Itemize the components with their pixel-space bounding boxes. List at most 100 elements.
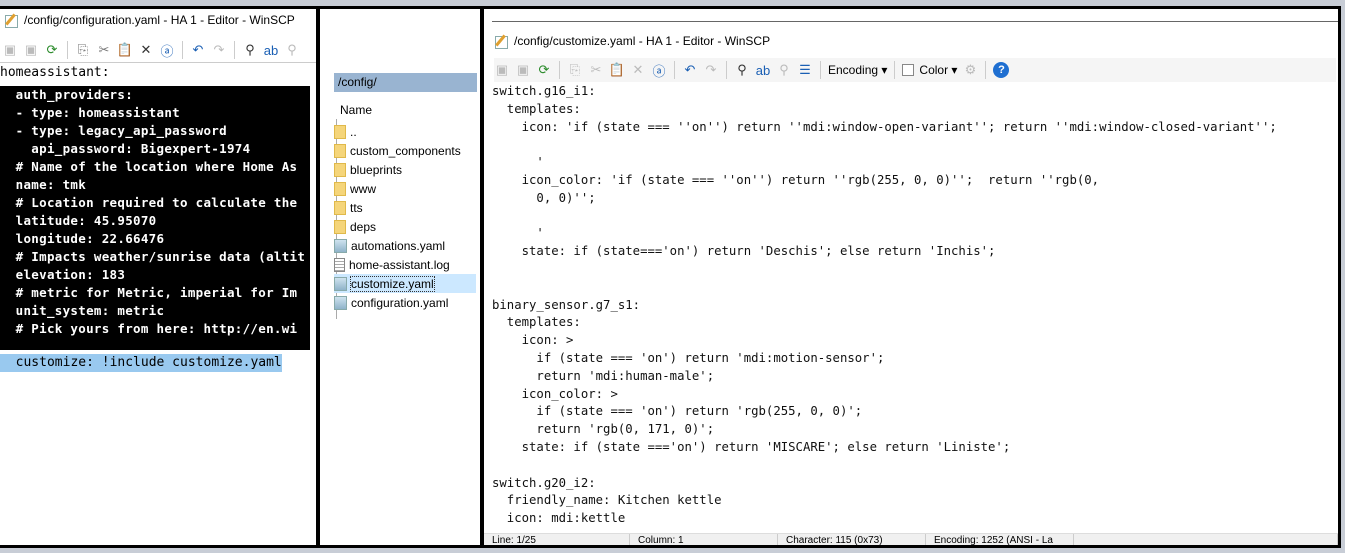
replace-icon[interactable]: ab <box>755 62 771 78</box>
delete-icon[interactable]: ✕ <box>138 42 154 58</box>
file-item-selected[interactable]: customize.yaml <box>334 274 476 293</box>
code-line: ' <box>492 226 544 241</box>
code-line: # Pick yours from here: http://en.wi <box>0 321 298 336</box>
code-area[interactable]: switch.g16_i1: templates: icon: 'if (sta… <box>492 83 1277 528</box>
paste-icon[interactable]: 📋 <box>117 42 133 58</box>
code-line: state: if (state==='on') return 'Deschis… <box>492 244 996 259</box>
undo-icon[interactable]: ↶ <box>190 42 206 58</box>
code-line: # metric for Metric, imperial for Im <box>0 285 298 300</box>
editor-icon <box>494 34 508 49</box>
code-line: return 'mdi:human-male'; <box>492 368 715 383</box>
file-panel: /config/ Name .. custom_components bluep… <box>317 6 483 548</box>
status-character: Character: 115 (0x73) <box>778 534 926 545</box>
code-line: api_password: Bigexpert-1974 <box>0 141 251 156</box>
code-line: ' <box>492 155 544 170</box>
code-line: icon_color: > <box>492 386 618 401</box>
redo-icon[interactable]: ↷ <box>211 42 227 58</box>
reload-icon[interactable]: ⟳ <box>536 62 552 78</box>
select-all-icon[interactable]: ⓐ <box>159 42 175 59</box>
code-line: name: tmk <box>0 177 87 192</box>
code-line: state: if (state ==='on') return 'MISCAR… <box>492 439 1011 454</box>
file-item-folder[interactable]: deps <box>334 217 476 236</box>
column-header-name[interactable]: Name <box>340 103 372 117</box>
code-line: - type: legacy_api_password <box>0 123 227 138</box>
color-checkbox[interactable] <box>902 64 915 76</box>
code-line: switch.g20_i2: <box>492 475 596 490</box>
encoding-dropdown[interactable]: Encoding ▾ <box>828 63 887 77</box>
code-line: icon: > <box>492 333 574 348</box>
code-line: unit_system: metric <box>0 303 165 318</box>
replace-icon[interactable]: ab <box>263 42 279 58</box>
parent-folder-icon <box>334 124 346 139</box>
find-next-icon[interactable]: ⚲ <box>776 62 792 78</box>
save-all-icon[interactable]: ▣ <box>515 62 531 78</box>
code-line: if (state === 'on') return 'mdi:motion-s… <box>492 350 885 365</box>
window-title: /config/configuration.yaml - HA 1 - Edit… <box>4 13 295 28</box>
code-line: auth_providers: <box>0 87 134 102</box>
file-item-folder[interactable]: tts <box>334 198 476 217</box>
code-line: binary_sensor.g7_s1: <box>492 297 641 312</box>
copy-icon[interactable]: ⎘ <box>75 42 91 58</box>
title-text: /config/customize.yaml - HA 1 - Editor -… <box>514 34 771 48</box>
find-icon[interactable]: ⚲ <box>734 62 750 78</box>
editor-icon <box>4 13 18 28</box>
code-line: # Location required to calculate the <box>0 195 298 210</box>
path-header: /config/ <box>334 73 477 92</box>
code-line: - type: homeassistant <box>0 105 180 120</box>
status-encoding: Encoding: 1252 (ANSI - La <box>926 534 1074 545</box>
save-icon[interactable]: ▣ <box>494 62 510 78</box>
file-item-folder[interactable]: custom_components <box>334 141 476 160</box>
code-line: 0, 0)''; <box>492 190 596 205</box>
code-line: # Name of the location where Home As <box>0 159 298 174</box>
folder-icon <box>334 181 346 196</box>
save-icon[interactable]: ▣ <box>2 42 18 58</box>
find-next-icon[interactable]: ⚲ <box>284 42 300 58</box>
cut-icon[interactable]: ✂ <box>96 42 112 58</box>
file-item-folder[interactable]: blueprints <box>334 160 476 179</box>
reload-icon[interactable]: ⟳ <box>44 42 60 58</box>
code-line: if (state === 'on') return 'rgb(255, 0, … <box>492 404 863 419</box>
file-item-log[interactable]: home-assistant.log <box>334 255 476 274</box>
find-icon[interactable]: ⚲ <box>242 42 258 58</box>
code-line: icon: 'if (state === ''on'') return ''md… <box>492 119 1277 134</box>
file-item-yaml[interactable]: configuration.yaml <box>334 293 476 312</box>
toolbar: ▣ ▣ ⟳ ⎘ ✂ 📋 ✕ ⓐ ↶ ↷ ⚲ ab ⚲ <box>2 38 300 62</box>
save-all-icon[interactable]: ▣ <box>23 42 39 58</box>
paste-icon[interactable]: 📋 <box>609 62 625 78</box>
code-line: longitude: 22.66476 <box>0 231 165 246</box>
color-dropdown[interactable]: Color ▾ <box>919 63 957 77</box>
file-item-yaml[interactable]: automations.yaml <box>334 236 476 255</box>
folder-icon <box>334 219 346 234</box>
right-editor-window: /config/customize.yaml - HA 1 - Editor -… <box>481 6 1341 548</box>
log-file-icon <box>334 257 345 272</box>
file-item-parent[interactable]: .. <box>334 122 476 141</box>
code-line: homeassistant: <box>0 65 110 80</box>
left-editor-window: /config/configuration.yaml - HA 1 - Edit… <box>0 6 319 548</box>
goto-line-icon[interactable]: ☰ <box>797 62 813 78</box>
code-line: switch.g16_i1: <box>492 84 596 98</box>
code-area[interactable]: homeassistant: <box>0 64 110 82</box>
status-column: Column: 1 <box>630 534 778 545</box>
code-line: elevation: 183 <box>0 267 126 282</box>
settings-gear-icon[interactable]: ⚙ <box>962 62 978 78</box>
status-line: Line: 1/25 <box>484 534 630 545</box>
select-all-icon[interactable]: ⓐ <box>651 62 667 79</box>
undo-icon[interactable]: ↶ <box>682 62 698 78</box>
code-line: latitude: 45.95070 <box>0 213 157 228</box>
title-text: /config/configuration.yaml - HA 1 - Edit… <box>24 13 295 27</box>
yaml-file-icon <box>334 276 347 291</box>
delete-icon[interactable]: ✕ <box>630 62 646 78</box>
file-item-folder[interactable]: www <box>334 179 476 198</box>
code-line: templates: <box>492 101 581 116</box>
copy-icon[interactable]: ⎘ <box>567 62 583 78</box>
code-line: templates: <box>492 315 581 330</box>
cut-icon[interactable]: ✂ <box>588 62 604 78</box>
help-icon[interactable]: ? <box>993 62 1010 78</box>
redo-icon[interactable]: ↷ <box>703 62 719 78</box>
code-line: icon: mdi:kettle <box>492 511 626 526</box>
